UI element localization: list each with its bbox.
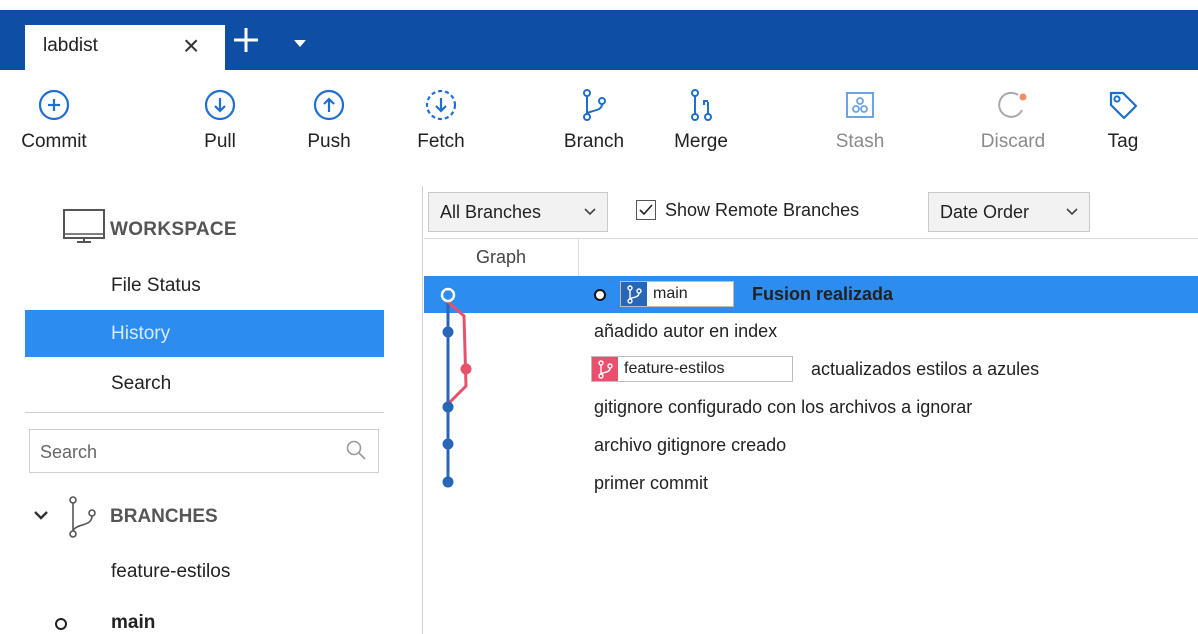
merge-icon (691, 89, 712, 121)
arrow-down-circle-icon (204, 89, 236, 121)
close-icon[interactable]: × (183, 29, 199, 63)
monitor-icon (63, 209, 105, 243)
commit-row[interactable]: gitignore configurado con los archivos a… (424, 389, 1198, 426)
commit-message: Fusion realizada (752, 284, 894, 304)
commit-message: añadido autor en index (594, 321, 778, 341)
commit-node (442, 476, 454, 488)
sidebar-item-search[interactable]: Search (25, 360, 384, 407)
branch-icon (592, 357, 618, 381)
commit-message: gitignore configurado con los archivos a… (594, 397, 973, 417)
show-remote-label[interactable]: Show Remote Branches (665, 200, 859, 221)
head-marker-icon (594, 289, 606, 301)
branch-tag-label: feature-estilos (624, 360, 725, 377)
graph-column-header[interactable]: Graph (424, 239, 579, 277)
search-input[interactable]: Search (29, 429, 379, 473)
order-dropdown[interactable]: Date Order (928, 192, 1090, 232)
merge-button[interactable]: Merge (664, 88, 738, 178)
fetch-icon (425, 89, 457, 121)
order-dropdown-value: Date Order (940, 202, 1030, 222)
filter-bar: All Branches Show Remote Branches Date O… (424, 186, 1198, 238)
toolbar: Commit Pull Push Fetch Branch Merge Stas… (0, 70, 1198, 186)
current-branch-icon (55, 618, 67, 630)
commit-node (442, 401, 454, 413)
pull-label: Pull (204, 131, 236, 152)
branch-item-main[interactable]: main (111, 612, 155, 634)
workspace-heading: WORKSPACE (110, 219, 237, 240)
commit-row[interactable]: añadido autor en index (424, 313, 1198, 350)
discard-button[interactable]: Discard (969, 88, 1057, 178)
feature-lane-line (446, 295, 468, 406)
tag-icon (1109, 91, 1138, 120)
branches-heading: BRANCHES (110, 506, 218, 527)
discard-icon (998, 91, 1027, 118)
branch-item-feature-estilos[interactable]: feature-estilos (111, 561, 230, 583)
chevron-down-icon (584, 208, 596, 216)
tag-button[interactable]: Tag (1098, 88, 1148, 178)
arrow-up-circle-icon (313, 89, 345, 121)
commit-node-feature (460, 363, 472, 375)
sidebar-item-file-status[interactable]: File Status (25, 262, 384, 309)
divider (25, 412, 384, 413)
chevron-down-icon[interactable] (33, 508, 49, 522)
commit-label: Commit (21, 131, 87, 152)
fetch-label: Fetch (417, 131, 465, 152)
commit-node (442, 438, 454, 450)
branch-button[interactable]: Branch (556, 88, 632, 178)
discard-label: Discard (980, 131, 1046, 152)
checkmark-icon (639, 204, 653, 216)
sidebar-item-label: File Status (111, 275, 201, 296)
commit-row[interactable]: primer commit (424, 465, 1198, 502)
fetch-button[interactable]: Fetch (408, 88, 474, 178)
commit-row[interactable]: feature-estilos actualizados estilos a a… (424, 351, 1198, 388)
commit-node (442, 326, 454, 338)
stash-button[interactable]: Stash (825, 88, 895, 178)
commit-list-header: Graph (424, 238, 1198, 277)
sidebar: WORKSPACE File Status History Search Sea… (0, 186, 423, 634)
branch-tag-label: main (653, 285, 688, 302)
commit-row[interactable]: archivo gitignore creado (424, 427, 1198, 464)
repo-tab[interactable]: labdist × (25, 25, 225, 70)
chevron-down-icon (1066, 208, 1078, 216)
merge-label: Merge (674, 131, 728, 152)
branch-tag-feature-estilos[interactable]: feature-estilos (591, 356, 793, 382)
branch-tag-main[interactable]: main (620, 281, 734, 307)
commit-list: main Fusion realizada añadido autor en i… (424, 276, 1198, 634)
branches-dropdown[interactable]: All Branches (428, 192, 608, 232)
sidebar-item-label: History (111, 323, 171, 344)
repo-tab-title: labdist (43, 35, 98, 56)
branch-label: Branch (563, 131, 625, 152)
branch-icon (583, 89, 606, 121)
commit-row[interactable]: main Fusion realizada (424, 276, 1198, 313)
caret-down-icon[interactable] (290, 33, 310, 53)
commit-message: primer commit (594, 473, 709, 493)
sidebar-item-label: Search (111, 373, 172, 394)
pull-button[interactable]: Pull (190, 88, 250, 178)
branches-dropdown-value: All Branches (440, 202, 542, 222)
plus-circle-icon (38, 89, 70, 121)
commit-button[interactable]: Commit (14, 88, 94, 178)
push-button[interactable]: Push (297, 88, 361, 178)
tag-label: Tag (1107, 131, 1139, 152)
push-label: Push (307, 131, 351, 152)
title-bar: labdist × (0, 0, 1198, 70)
commit-node-merge (440, 287, 456, 303)
commit-message: archivo gitignore creado (594, 435, 787, 455)
stash-icon (846, 92, 874, 118)
search-icon (346, 440, 366, 460)
commit-graph (440, 287, 472, 488)
sidebar-item-history[interactable]: History (25, 310, 384, 357)
show-remote-checkbox[interactable] (636, 200, 656, 220)
stash-label: Stash (835, 131, 885, 152)
search-placeholder: Search (40, 442, 98, 462)
branch-icon (621, 282, 647, 306)
branch-icon (69, 496, 96, 538)
commit-message: actualizados estilos a azules (811, 359, 1040, 379)
plus-icon[interactable] (228, 22, 264, 58)
